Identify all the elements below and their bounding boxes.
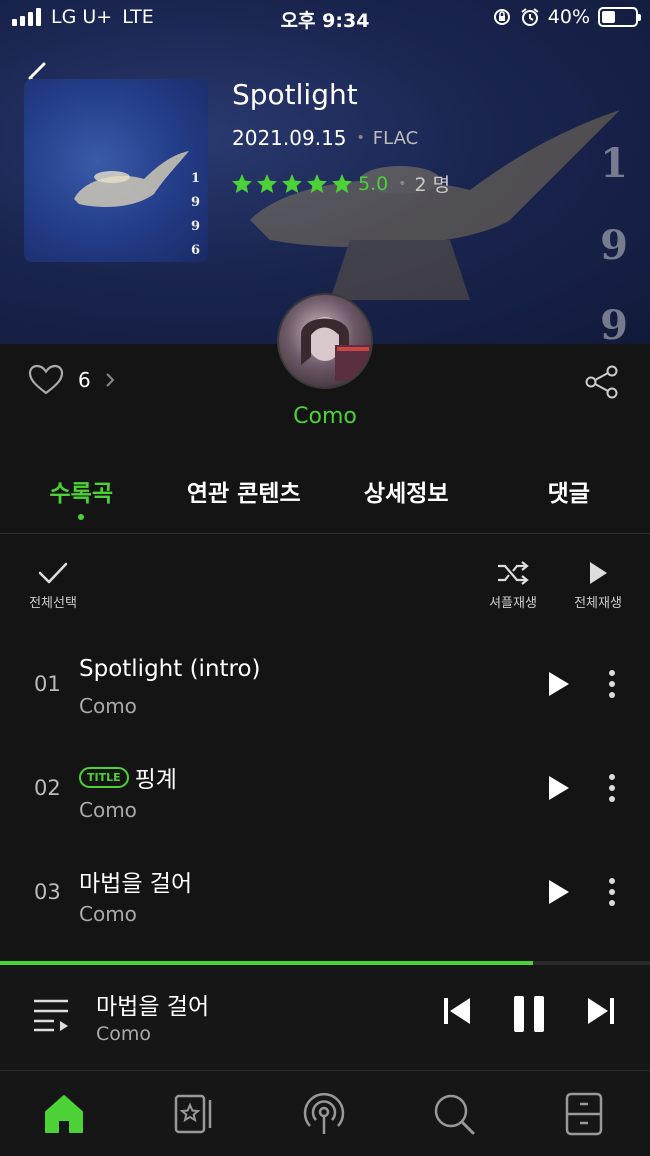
home-icon[interactable] — [40, 1090, 88, 1138]
album-art-digit: 9 — [600, 302, 628, 344]
track-row[interactable]: 01 Spotlight (intro) Como — [0, 634, 650, 738]
cover-digit: 9 — [190, 195, 200, 210]
star-icon — [307, 173, 327, 193]
track-title: TITLE 핑계 — [79, 760, 177, 794]
playlist-icon[interactable] — [32, 997, 72, 1033]
album-tabs: 수록곡 연관 콘텐츠 상세정보 댓글 — [0, 474, 650, 534]
like-count: 6 — [78, 368, 91, 392]
rotation-lock-icon — [493, 9, 510, 25]
tab-comments[interactable]: 댓글 — [488, 474, 650, 533]
now-playing-artist: Como — [96, 1023, 152, 1045]
audio-format: FLAC — [372, 127, 419, 149]
album-art-digit: 9 — [600, 222, 628, 269]
track-artist: Como — [79, 798, 137, 822]
release-date: 2021.09.15 — [232, 126, 347, 150]
cover-digit: 1 — [190, 171, 200, 186]
tab-details[interactable]: 상세정보 — [325, 474, 488, 533]
bottom-navigation — [0, 1072, 650, 1156]
heart-icon[interactable] — [28, 364, 64, 396]
favorites-icon[interactable] — [170, 1090, 218, 1138]
tab-related-content[interactable]: 연관 콘텐츠 — [163, 474, 326, 533]
library-icon[interactable] — [560, 1090, 608, 1138]
track-list-actions: 전체선택 셔플재생 전체재생 — [0, 556, 650, 616]
like-control[interactable]: 6 — [28, 364, 115, 396]
track-row[interactable]: 03 마법을 걸어 Como — [0, 842, 650, 946]
share-icon[interactable] — [584, 364, 620, 400]
select-all-button[interactable]: 전체선택 — [22, 560, 84, 611]
track-title: Spotlight (intro) — [79, 656, 261, 682]
status-bar: LG U+ LTE 오후 9:34 40% — [0, 0, 650, 36]
star-icon — [232, 173, 252, 193]
track-title: 마법을 걸어 — [79, 864, 192, 898]
next-track-icon[interactable] — [586, 995, 616, 1027]
shuffle-label: 셔플재생 — [489, 596, 537, 611]
album-meta: 2021.09.15 • FLAC — [232, 126, 418, 150]
track-artist: Como — [79, 694, 137, 718]
play-icon[interactable] — [546, 878, 572, 906]
more-options-icon[interactable] — [604, 876, 620, 908]
track-artist: Como — [79, 902, 137, 926]
rating-stars — [230, 172, 354, 196]
star-icon — [257, 173, 277, 193]
alarm-icon — [521, 8, 539, 26]
podcast-icon[interactable] — [300, 1090, 348, 1138]
track-title-text: Spotlight (intro) — [79, 656, 261, 682]
mini-player[interactable]: 마법을 걸어 Como — [0, 965, 650, 1071]
search-icon[interactable] — [430, 1090, 478, 1138]
play-all-button[interactable]: 전체재생 — [566, 560, 630, 611]
previous-track-icon[interactable] — [442, 995, 472, 1027]
separator-dot: • — [356, 130, 365, 146]
rating-score: 5.0 — [358, 172, 389, 195]
cover-digit: 6 — [190, 243, 200, 258]
star-icon — [332, 173, 352, 193]
now-playing-title: 마법을 걸어 — [96, 994, 210, 1020]
cover-digit: 9 — [190, 219, 200, 234]
battery-percent: 40% — [547, 6, 590, 28]
track-number: 03 — [34, 880, 61, 904]
album-art-digit: 1 — [600, 140, 628, 187]
pause-icon[interactable] — [512, 995, 546, 1033]
shuffle-icon — [498, 561, 529, 585]
track-title-text: 마법을 걸어 — [79, 871, 193, 897]
track-number: 01 — [34, 672, 61, 696]
play-icon — [590, 562, 607, 584]
artist-name-link[interactable]: Como — [0, 404, 650, 429]
status-right: 40% — [492, 6, 641, 28]
shuffle-play-button[interactable]: 셔플재생 — [482, 560, 544, 611]
album-rating[interactable]: 5.0 • 2 명 — [230, 170, 450, 197]
play-icon[interactable] — [546, 670, 572, 698]
title-track-badge: TITLE — [79, 766, 129, 788]
play-icon[interactable] — [546, 774, 572, 802]
star-icon — [282, 173, 302, 193]
more-options-icon[interactable] — [604, 668, 620, 700]
artist-photo — [301, 317, 371, 381]
battery-icon — [598, 7, 641, 27]
artist-avatar[interactable] — [277, 293, 373, 389]
tab-tracks[interactable]: 수록곡 — [0, 474, 163, 533]
album-cover[interactable]: 1 9 9 6 — [24, 79, 208, 262]
separator-dot: • — [398, 175, 407, 192]
rating-count: 2 명 — [414, 174, 451, 196]
more-options-icon[interactable] — [604, 772, 620, 804]
album-title: Spotlight — [232, 78, 358, 111]
track-row[interactable]: 02 TITLE 핑계 Como — [0, 738, 650, 842]
lamp-artwork — [74, 151, 189, 207]
select-all-label: 전체선택 — [29, 596, 77, 611]
chevron-right-icon — [106, 373, 115, 387]
track-number: 02 — [34, 776, 61, 800]
checkmark-icon — [38, 562, 68, 584]
track-title-text: 핑계 — [134, 767, 177, 793]
play-all-label: 전체재생 — [574, 596, 622, 611]
